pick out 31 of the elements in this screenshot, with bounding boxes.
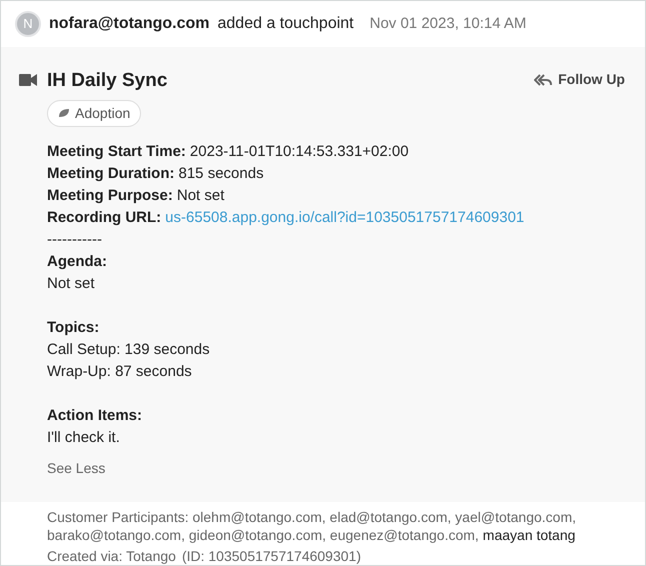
created-via-text: Created via: Totango — [47, 546, 176, 564]
section-line: Call Setup: 139 seconds — [47, 340, 211, 360]
section-line: Not set — [47, 274, 96, 294]
section-heading: Action Items: — [47, 406, 144, 426]
field-label: Recording URL: — [47, 208, 162, 228]
section-heading: Topics: — [47, 318, 100, 338]
video-camera-icon — [19, 74, 37, 86]
field-value: 2023-11-01T10:14:53.331+02:00 — [190, 142, 409, 162]
avatar: N — [15, 11, 41, 37]
separator-text: ----------- — [47, 230, 103, 250]
touchpoint-id: (ID: 1035051757174609301) — [182, 546, 361, 564]
field-value: Not set — [176, 186, 224, 206]
participant-name: maayan totang — [482, 526, 576, 544]
actor-name[interactable]: nofara@totango.com — [49, 12, 210, 36]
timestamp: Nov 01 2023, 10:14 AM — [370, 14, 526, 34]
section-heading: Agenda: — [47, 252, 108, 272]
field-label: Meeting Purpose: — [47, 186, 173, 206]
action-text: added a touchpoint — [218, 14, 354, 34]
reply-all-icon — [534, 74, 552, 86]
section-line: I'll check it. — [47, 428, 121, 448]
leaf-icon — [58, 108, 70, 118]
participants-text: barako@totango.com, gideon@totango.com, eugenez@totango.com, — [47, 526, 479, 544]
touchpoint-title: IH Daily Sync — [47, 69, 168, 93]
see-less-link[interactable]: See Less — [47, 456, 106, 478]
field-value: 815 seconds — [178, 164, 264, 184]
field-label: Meeting Duration: — [47, 164, 174, 184]
field-label: Meeting Start Time: — [47, 142, 186, 162]
follow-up-button[interactable]: Follow Up — [534, 69, 625, 90]
adoption-tag: Adoption — [47, 100, 142, 126]
section-line: Wrap-Up: 87 seconds — [47, 362, 193, 382]
participants-text: Customer Participants: olehm@totango.com, elad@totango.com, yael@totango.com, — [47, 508, 578, 526]
